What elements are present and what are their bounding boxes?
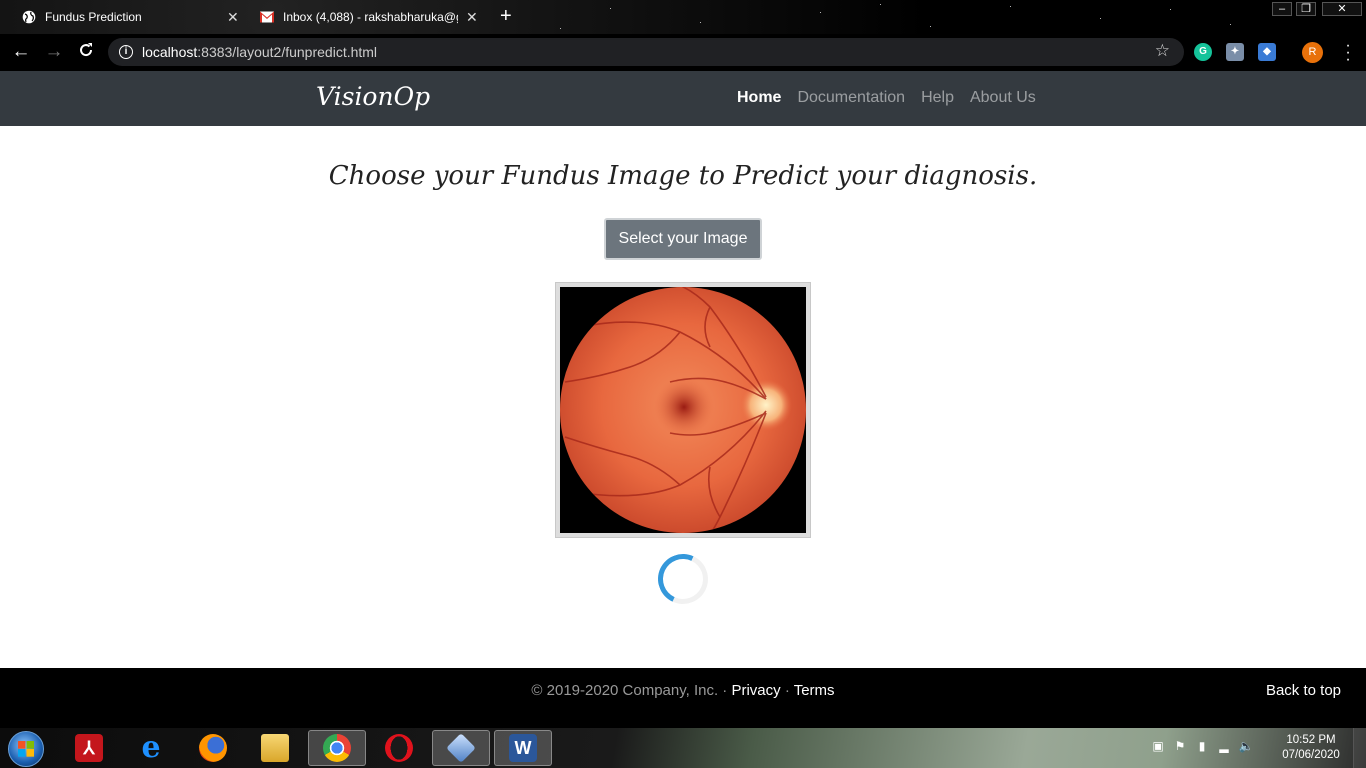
nav-documentation[interactable]: Documentation — [797, 89, 905, 107]
browser-toolbar: ← → i localhost:8383/layout2/funpredict.… — [0, 34, 1366, 71]
terms-link[interactable]: Terms — [794, 682, 835, 699]
taskbar-opera[interactable] — [370, 730, 428, 766]
tab-inbox[interactable]: Inbox (4,088) - rakshabharuka@g ✕ — [260, 0, 482, 34]
chrome-icon — [323, 734, 351, 762]
new-tab-button[interactable]: + — [500, 6, 512, 26]
taskbar-virtualbox[interactable] — [432, 730, 490, 766]
footer-separator: · — [780, 682, 794, 699]
address-bar[interactable]: i localhost:8383/layout2/funpredict.html… — [108, 38, 1184, 66]
grammarly-icon[interactable]: G — [1194, 43, 1212, 61]
site-navbar: VisionOp Home Documentation Help About U… — [0, 71, 1366, 126]
tab-title: Inbox (4,088) - rakshabharuka@g — [283, 10, 458, 24]
close-tab-icon[interactable]: ✕ — [466, 9, 478, 26]
nav-help[interactable]: Help — [921, 89, 954, 107]
close-tab-icon[interactable]: ✕ — [227, 9, 239, 26]
clock-time: 10:52 PM — [1286, 734, 1336, 746]
action-center-flag-icon[interactable]: ⚑ — [1172, 738, 1188, 754]
nav-about-us[interactable]: About Us — [970, 89, 1036, 107]
word-icon: W — [509, 734, 537, 762]
select-image-button[interactable]: Select your Image — [604, 218, 762, 260]
restore-button[interactable]: ❐ — [1296, 2, 1316, 16]
taskbar-adobe-acrobat[interactable]: ⅄ — [60, 730, 118, 766]
system-tray: ▣ ⚑ ▮ ▂ 🔈 — [1150, 738, 1254, 754]
back-arrow-icon[interactable]: ← — [10, 41, 32, 63]
show-desktop-button[interactable] — [1353, 728, 1366, 768]
bookmark-star-icon[interactable]: ☆ — [1155, 41, 1170, 61]
usb-device-icon[interactable]: ▮ — [1194, 738, 1210, 754]
url-path: :8383/layout2/funpredict.html — [197, 44, 378, 60]
signal-bars-icon[interactable]: ▂ — [1216, 738, 1232, 754]
forward-arrow-icon[interactable]: → — [43, 41, 65, 63]
minimize-button[interactable]: – — [1272, 2, 1292, 16]
system-clock[interactable]: 10:52 PM 07/06/2020 — [1276, 733, 1346, 763]
back-to-top-link[interactable]: Back to top — [1266, 682, 1341, 699]
volume-icon[interactable]: 🔈 — [1238, 738, 1254, 754]
puzzle-extension-icon[interactable]: ✦ — [1226, 43, 1244, 61]
privacy-link[interactable]: Privacy — [731, 682, 780, 699]
profile-avatar[interactable]: R — [1302, 42, 1323, 63]
site-footer: © 2019-2020 Company, Inc. · Privacy · Te… — [0, 668, 1366, 728]
file-explorer-icon — [261, 734, 289, 762]
tab-fundus-prediction[interactable]: Fundus Prediction ✕ — [22, 0, 244, 34]
page-heading: Choose your Fundus Image to Predict your… — [328, 161, 1038, 191]
adobe-acrobat-icon: ⅄ — [75, 734, 103, 762]
internet-explorer-icon: e — [141, 730, 161, 765]
start-button[interactable] — [8, 731, 44, 767]
taskbar-internet-explorer[interactable]: e — [122, 730, 180, 766]
tab-title: Fundus Prediction — [45, 10, 142, 24]
web-page: VisionOp Home Documentation Help About U… — [0, 71, 1366, 728]
nav-links: Home Documentation Help About Us — [737, 89, 1052, 107]
taskbar-firefox[interactable] — [184, 730, 242, 766]
loading-spinner — [650, 546, 716, 612]
fundus-image-preview — [555, 282, 811, 538]
url-host: localhost — [142, 44, 198, 60]
info-icon[interactable]: i — [119, 45, 133, 59]
virtualbox-icon — [446, 733, 476, 763]
taskbar-chrome[interactable] — [308, 730, 366, 766]
reload-icon[interactable] — [75, 41, 97, 63]
taskbar-word[interactable]: W — [494, 730, 552, 766]
globe-icon — [22, 10, 36, 24]
opera-icon — [385, 734, 413, 762]
menu-kebab-icon[interactable]: · · · — [1344, 38, 1352, 68]
close-window-button[interactable]: ✕ — [1322, 2, 1362, 16]
taskbar-file-explorer[interactable] — [246, 730, 304, 766]
site-brand[interactable]: VisionOp — [316, 82, 430, 111]
cube-extension-icon[interactable]: ◆ — [1258, 43, 1276, 61]
clock-date: 07/06/2020 — [1282, 749, 1340, 761]
copyright-line: © 2019-2020 Company, Inc. · Privacy · Te… — [0, 682, 1366, 699]
browser-tab-strip: Fundus Prediction ✕ Inbox (4,088) - raks… — [0, 0, 1366, 34]
url-text: localhost:8383/layout2/funpredict.html — [142, 44, 377, 60]
fundus-image — [560, 287, 806, 533]
copyright-text: © 2019-2020 Company, Inc. · — [531, 682, 732, 699]
firefox-icon — [199, 734, 227, 762]
nav-home[interactable]: Home — [737, 89, 781, 107]
windows-taskbar: ⅄ e W ▣ ⚑ ▮ ▂ 🔈 10:52 PM 07/06/2020 — [0, 728, 1366, 768]
gmail-icon — [260, 10, 274, 24]
network-app-icon[interactable]: ▣ — [1150, 738, 1166, 754]
